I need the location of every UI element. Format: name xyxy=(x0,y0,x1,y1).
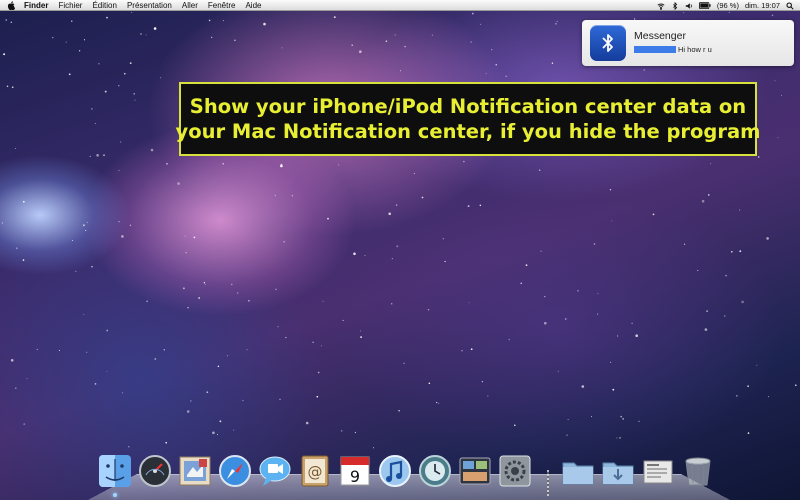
ical-date: 9 xyxy=(350,467,360,486)
desktop: Finder Fichier Édition Présentation Alle… xyxy=(0,0,800,500)
applications-folder-icon[interactable] xyxy=(560,453,596,489)
itunes-icon[interactable] xyxy=(377,453,413,489)
notification-message: Hi how r u xyxy=(678,45,712,54)
promo-caption: Show your iPhone/iPod Notification cente… xyxy=(176,82,760,156)
apple-menu-icon[interactable] xyxy=(7,0,15,10)
menu-edition[interactable]: Édition xyxy=(92,0,116,11)
menu-finder[interactable]: Finder xyxy=(24,0,48,11)
notification-sender-highlight xyxy=(634,46,676,53)
finder-icon[interactable] xyxy=(97,453,133,489)
mission-control-icon[interactable] xyxy=(457,453,493,489)
finder-running-indicator xyxy=(113,493,117,497)
menu-fichier[interactable]: Fichier xyxy=(58,0,82,11)
time-machine-icon[interactable] xyxy=(417,453,453,489)
downloads-folder-icon[interactable] xyxy=(600,453,636,489)
documents-stack-icon[interactable] xyxy=(640,453,676,489)
battery-icon[interactable] xyxy=(698,2,711,9)
ichat-icon[interactable] xyxy=(257,453,293,489)
menu-fenetre[interactable]: Fenêtre xyxy=(208,0,236,11)
wifi-icon[interactable] xyxy=(657,2,665,10)
safari-icon[interactable] xyxy=(217,453,253,489)
ical-icon[interactable]: 9 xyxy=(337,453,373,489)
dock-separator xyxy=(547,470,549,496)
menu-aide[interactable]: Aide xyxy=(245,0,261,11)
status-menus: (96 %) dim. 19:07 xyxy=(657,0,794,11)
spotlight-icon[interactable] xyxy=(786,1,794,10)
dashboard-icon[interactable] xyxy=(137,453,173,489)
mail-icon[interactable] xyxy=(177,453,213,489)
system-preferences-icon[interactable] xyxy=(497,453,533,489)
menu-presentation[interactable]: Présentation xyxy=(127,0,172,11)
caption-line-2: your Mac Notification center, if you hid… xyxy=(175,120,761,143)
volume-icon[interactable] xyxy=(685,2,693,10)
battery-percentage: (96 %) xyxy=(716,1,739,10)
bluetooth-icon xyxy=(590,25,626,61)
star-field xyxy=(1,11,797,449)
notification-title: Messenger xyxy=(634,30,686,42)
svg-text:@: @ xyxy=(308,463,323,481)
caption-line-1: Show your iPhone/iPod Notification cente… xyxy=(189,95,747,118)
address-book-icon[interactable]: @ xyxy=(297,453,333,489)
notification-banner[interactable]: Messenger Hi how r u xyxy=(582,20,794,66)
menu-clock[interactable]: dim. 19:07 xyxy=(745,1,780,10)
trash-icon[interactable] xyxy=(680,453,716,489)
menu-aller[interactable]: Aller xyxy=(182,0,198,11)
bluetooth-status-icon[interactable] xyxy=(671,1,679,10)
menu-bar: Finder Fichier Édition Présentation Alle… xyxy=(0,0,800,11)
